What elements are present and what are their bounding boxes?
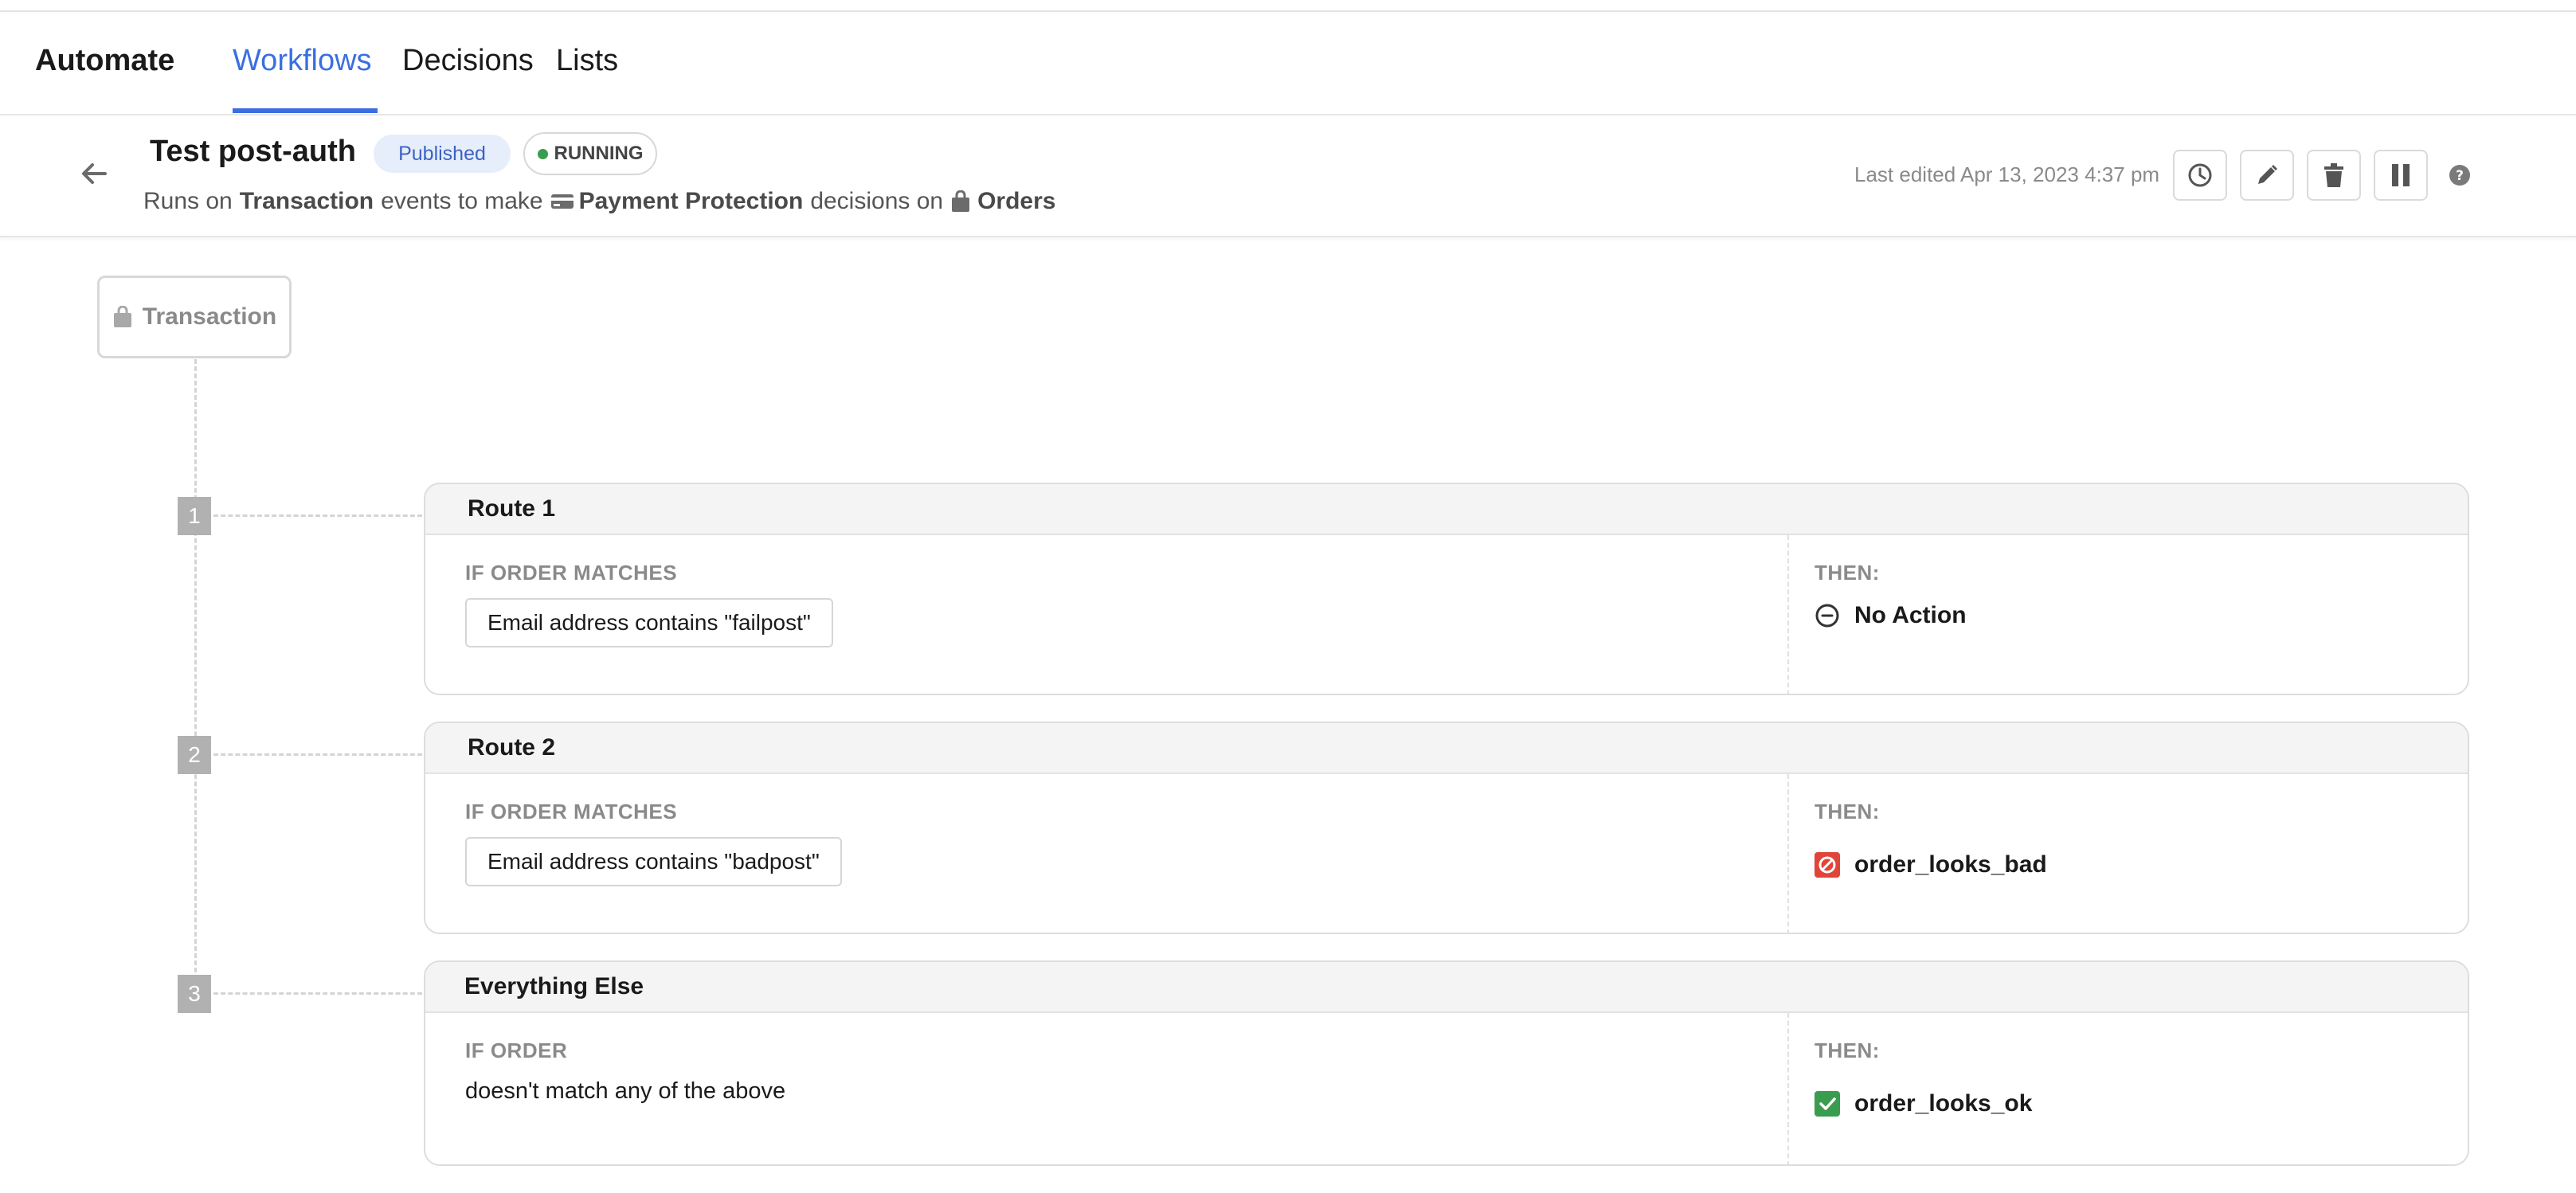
- route-number: 2: [178, 736, 211, 774]
- route-card[interactable]: Route 2 IF ORDER MATCHES Email address c…: [424, 722, 2469, 934]
- route-number: 3: [178, 975, 211, 1013]
- then-label: THEN:: [1815, 800, 1880, 823]
- trash-icon: [2324, 163, 2343, 187]
- workflow-header: Test post-auth Published RUNNING Runs on…: [0, 115, 2576, 237]
- route-action: order_looks_bad: [1815, 851, 2047, 878]
- delete-button[interactable]: [2307, 150, 2361, 201]
- route-divider: [1787, 535, 1789, 694]
- tab-lists[interactable]: Lists: [556, 44, 618, 78]
- pause-button[interactable]: [2374, 150, 2428, 201]
- action-label: order_looks_bad: [1854, 851, 2047, 878]
- action-label: order_looks_ok: [1854, 1090, 2033, 1117]
- subline-prefix: Runs on: [143, 188, 233, 214]
- history-button[interactable]: [2173, 150, 2227, 201]
- credit-card-icon: [550, 194, 574, 209]
- subline-event: Transaction: [239, 188, 374, 214]
- condition-chip[interactable]: Email address contains "badpost": [465, 837, 842, 886]
- then-label: THEN:: [1815, 1038, 1880, 1062]
- route-title: Everything Else: [425, 962, 2468, 1013]
- last-edited-text: Last edited Apr 13, 2023 4:37 pm: [1854, 162, 2160, 186]
- then-label: THEN:: [1815, 561, 1880, 585]
- workflow-description: Runs on Transaction events to make Payme…: [143, 188, 1055, 215]
- route-connector: [213, 514, 422, 517]
- route-connector: [213, 992, 422, 995]
- back-arrow-icon[interactable]: [78, 158, 110, 190]
- pause-icon: [2392, 164, 2410, 186]
- top-nav: Automate Workflows Decisions Lists: [0, 12, 2576, 115]
- subline-decision-type: Payment Protection: [578, 188, 804, 214]
- active-tab-indicator: [233, 108, 378, 113]
- block-icon: [1815, 852, 1840, 878]
- route-action: order_looks_ok: [1815, 1090, 2032, 1117]
- route-number: 1: [178, 497, 211, 535]
- route-action: No Action: [1815, 602, 1967, 629]
- pencil-icon: [2258, 165, 2277, 184]
- trigger-node[interactable]: Transaction: [97, 276, 292, 358]
- bag-icon: [113, 306, 131, 327]
- route-title: Route 2: [425, 723, 2468, 774]
- running-dot-icon: [537, 148, 548, 159]
- top-border: [0, 0, 2576, 12]
- condition-label: IF ORDER MATCHES: [465, 561, 678, 585]
- condition-label: IF ORDER MATCHES: [465, 800, 678, 823]
- condition-label: IF ORDER: [465, 1038, 568, 1062]
- tab-workflows[interactable]: Workflows: [233, 44, 372, 78]
- condition-chip[interactable]: Email address contains "failpost": [465, 598, 833, 647]
- flow-connector: [194, 359, 197, 994]
- subline-middle: events to make: [381, 188, 543, 214]
- bag-icon: [952, 190, 970, 212]
- route-divider: [1787, 1013, 1789, 1164]
- running-badge: RUNNING: [523, 132, 657, 175]
- route-card[interactable]: Route 1 IF ORDER MATCHES Email address c…: [424, 483, 2469, 695]
- edit-button[interactable]: [2240, 150, 2294, 201]
- no-action-icon: [1815, 604, 1839, 628]
- workflow-title: Test post-auth: [150, 135, 356, 168]
- help-icon[interactable]: ?: [2449, 164, 2471, 186]
- route-divider: [1787, 774, 1789, 933]
- tab-decisions[interactable]: Decisions: [402, 44, 534, 78]
- route-title: Route 1: [425, 484, 2468, 535]
- subline-object: Orders: [977, 188, 1056, 214]
- running-label: RUNNING: [554, 143, 644, 164]
- clock-icon: [2188, 163, 2212, 187]
- route-connector: [213, 753, 422, 756]
- condition-text: doesn't match any of the above: [465, 1078, 786, 1104]
- app-title: Automate: [35, 44, 175, 77]
- route-card[interactable]: Everything Else IF ORDER doesn't match a…: [424, 960, 2469, 1166]
- check-icon: [1815, 1091, 1840, 1117]
- action-label: No Action: [1854, 602, 1967, 628]
- published-badge: Published: [374, 135, 511, 173]
- subline-suffix: decisions on: [810, 188, 944, 214]
- svg-text:?: ?: [2456, 168, 2464, 184]
- trigger-label: Transaction: [142, 303, 277, 330]
